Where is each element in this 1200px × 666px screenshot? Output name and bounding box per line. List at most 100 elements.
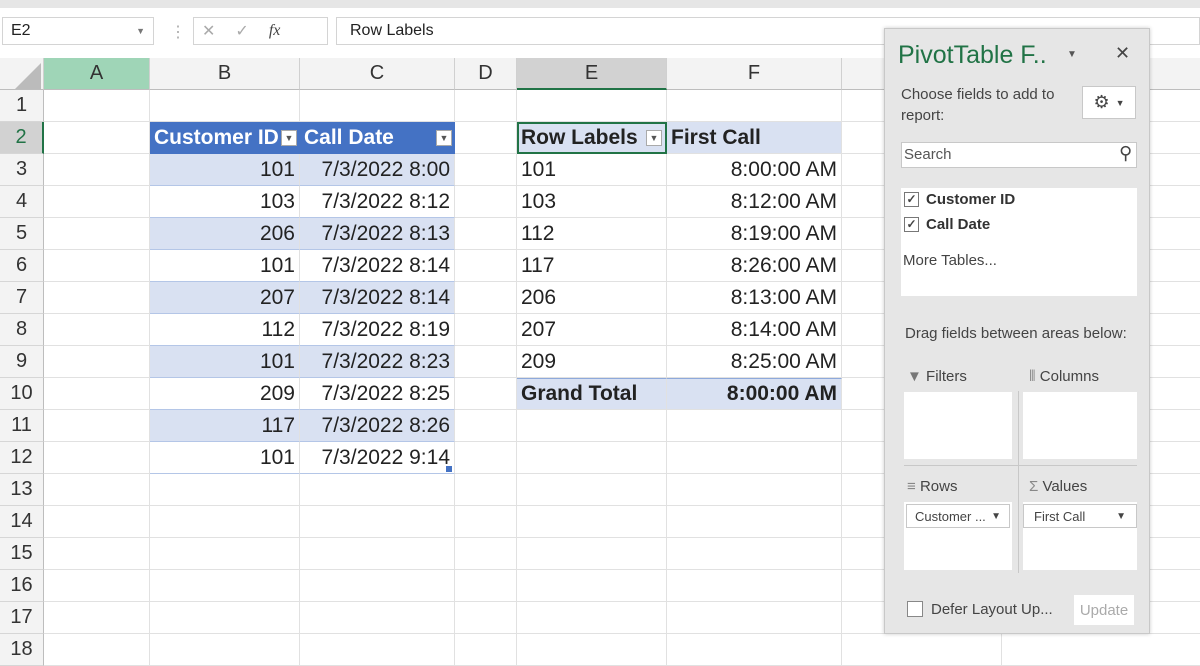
more-tables-link[interactable]: More Tables... xyxy=(903,252,997,269)
cell[interactable] xyxy=(455,250,517,282)
cell[interactable] xyxy=(44,314,150,346)
table-cell-call-date[interactable]: 7/3/2022 8:14 xyxy=(300,250,455,282)
rows-drop-area[interactable]: Customer ... ▼ xyxy=(904,502,1012,570)
pivot-value[interactable]: 8:13:00 AM xyxy=(667,282,842,314)
table-cell-customer-id[interactable]: 209 xyxy=(150,378,300,410)
cell[interactable] xyxy=(44,410,150,442)
enter-icon[interactable]: ✓ xyxy=(235,21,248,41)
table-cell-customer-id[interactable]: 101 xyxy=(150,250,300,282)
cell[interactable] xyxy=(455,474,517,506)
cell[interactable] xyxy=(300,474,455,506)
pane-options-chevron-icon[interactable]: ▼ xyxy=(1067,49,1077,60)
pivot-row-label[interactable]: 112 xyxy=(517,218,667,250)
cell[interactable] xyxy=(300,506,455,538)
checkbox-checked-icon[interactable]: ✓ xyxy=(904,217,919,232)
columns-drop-area[interactable] xyxy=(1023,392,1137,459)
cell[interactable] xyxy=(44,250,150,282)
column-header-d[interactable]: D xyxy=(455,58,517,90)
row-header-11[interactable]: 11 xyxy=(0,410,44,442)
cell[interactable] xyxy=(150,634,300,666)
cell[interactable] xyxy=(455,218,517,250)
cell[interactable] xyxy=(517,634,667,666)
pivot-row-label[interactable]: 209 xyxy=(517,346,667,378)
table-cell-customer-id[interactable]: 103 xyxy=(150,186,300,218)
cell[interactable] xyxy=(667,442,842,474)
table-cell-customer-id[interactable]: 206 xyxy=(150,218,300,250)
cell[interactable] xyxy=(842,634,1002,666)
fx-icon[interactable]: fx xyxy=(269,22,281,40)
row-header-15[interactable]: 15 xyxy=(0,538,44,570)
cell[interactable] xyxy=(667,570,842,602)
row-header-17[interactable]: 17 xyxy=(0,602,44,634)
table-cell-call-date[interactable]: 7/3/2022 8:00 xyxy=(300,154,455,186)
cell[interactable] xyxy=(667,90,842,122)
filter-dropdown-icon[interactable]: ▼ xyxy=(646,129,662,146)
row-header-2[interactable]: 2 xyxy=(0,122,44,154)
pivot-row-label[interactable]: 206 xyxy=(517,282,667,314)
cell[interactable] xyxy=(150,538,300,570)
cell[interactable] xyxy=(455,186,517,218)
column-header-f[interactable]: F xyxy=(667,58,842,90)
cell[interactable] xyxy=(517,442,667,474)
cell[interactable] xyxy=(455,442,517,474)
table-cell-call-date[interactable]: 7/3/2022 8:14 xyxy=(300,282,455,314)
pivot-value[interactable]: 8:00:00 AM xyxy=(667,154,842,186)
table-cell-customer-id[interactable]: 207 xyxy=(150,282,300,314)
table-header-cell[interactable]: Customer ID ▼ xyxy=(150,122,300,154)
table-cell-customer-id[interactable]: 101 xyxy=(150,154,300,186)
cell[interactable] xyxy=(44,378,150,410)
cell[interactable] xyxy=(455,282,517,314)
cell[interactable] xyxy=(667,602,842,634)
cell[interactable] xyxy=(455,314,517,346)
row-header-10[interactable]: 10 xyxy=(0,378,44,410)
pivot-value-header[interactable]: First Call xyxy=(667,122,842,154)
pivot-value[interactable]: 8:19:00 AM xyxy=(667,218,842,250)
cell[interactable] xyxy=(667,410,842,442)
pivot-value[interactable]: 8:25:00 AM xyxy=(667,346,842,378)
cell[interactable] xyxy=(517,410,667,442)
cell[interactable] xyxy=(44,154,150,186)
name-box[interactable]: E2 ▼ xyxy=(2,17,154,45)
cell[interactable] xyxy=(455,122,517,154)
row-header-12[interactable]: 12 xyxy=(0,442,44,474)
table-cell-call-date[interactable]: 7/3/2022 9:14 xyxy=(300,442,455,474)
pivot-row-label[interactable]: 101 xyxy=(517,154,667,186)
table-resize-handle[interactable] xyxy=(446,466,452,472)
chevron-down-icon[interactable]: ▼ xyxy=(1116,511,1126,522)
cancel-icon[interactable]: ✕ xyxy=(202,21,215,41)
cell[interactable] xyxy=(455,346,517,378)
cell[interactable] xyxy=(300,570,455,602)
column-header-e[interactable]: E xyxy=(517,58,667,90)
table-cell-call-date[interactable]: 7/3/2022 8:25 xyxy=(300,378,455,410)
row-header-4[interactable]: 4 xyxy=(0,186,44,218)
cell[interactable] xyxy=(150,506,300,538)
cell[interactable] xyxy=(44,634,150,666)
row-header-14[interactable]: 14 xyxy=(0,506,44,538)
cell[interactable] xyxy=(517,538,667,570)
update-button[interactable]: Update xyxy=(1074,595,1134,625)
cell[interactable] xyxy=(517,506,667,538)
cell[interactable] xyxy=(667,538,842,570)
cell[interactable] xyxy=(44,570,150,602)
cell[interactable] xyxy=(455,410,517,442)
table-cell-customer-id[interactable]: 101 xyxy=(150,346,300,378)
cell[interactable] xyxy=(455,154,517,186)
pivot-value[interactable]: 8:12:00 AM xyxy=(667,186,842,218)
cell[interactable] xyxy=(150,570,300,602)
row-header-1[interactable]: 1 xyxy=(0,90,44,122)
cell[interactable] xyxy=(517,602,667,634)
pivot-grand-total-label[interactable]: Grand Total xyxy=(517,378,667,410)
cell[interactable] xyxy=(455,602,517,634)
checkbox-checked-icon[interactable]: ✓ xyxy=(904,192,919,207)
row-header-18[interactable]: 18 xyxy=(0,634,44,666)
row-header-5[interactable]: 5 xyxy=(0,218,44,250)
cell[interactable] xyxy=(44,90,150,122)
cell[interactable] xyxy=(44,282,150,314)
cell[interactable] xyxy=(150,474,300,506)
filter-dropdown-icon[interactable]: ▼ xyxy=(281,129,297,146)
cell[interactable] xyxy=(44,474,150,506)
table-cell-customer-id[interactable]: 117 xyxy=(150,410,300,442)
table-header-cell[interactable]: Call Date ▼ xyxy=(300,122,455,154)
table-cell-call-date[interactable]: 7/3/2022 8:12 xyxy=(300,186,455,218)
filter-dropdown-icon[interactable]: ▼ xyxy=(436,129,452,146)
